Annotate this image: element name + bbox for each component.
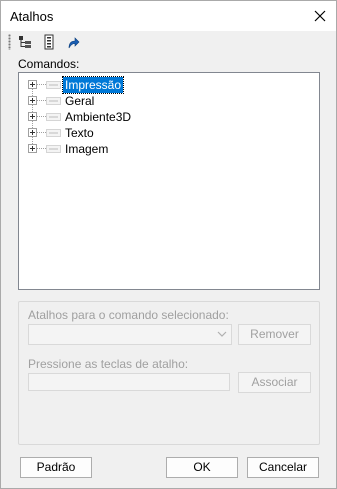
tree-view-button[interactable] — [16, 33, 34, 51]
keyboard-icon — [46, 81, 61, 89]
keyboard-icon — [46, 129, 61, 137]
toolbar — [1, 31, 336, 53]
tree-item-label[interactable]: Geral — [63, 93, 96, 109]
keyboard-icon — [46, 145, 61, 153]
tree-item-geral[interactable]: Geral — [19, 93, 319, 109]
shortcuts-dialog: Atalhos Comandos: Impressão Geral Ambien… — [0, 0, 337, 489]
tree-item-label[interactable]: Impressão — [61, 76, 125, 94]
expand-icon[interactable] — [28, 128, 37, 137]
press-keys-label: Pressione as teclas de atalho: — [28, 357, 189, 371]
expand-icon[interactable] — [28, 96, 37, 105]
close-icon — [314, 10, 326, 22]
tree-item-label[interactable]: Imagem — [63, 141, 110, 157]
shortcut-arrow-icon — [68, 37, 80, 49]
window-title: Atalhos — [10, 9, 54, 24]
commands-tree[interactable]: Impressão Geral Ambiente3D Texto Imagem — [18, 72, 320, 290]
selected-shortcuts-label: Atalhos para o comando selecionado: — [28, 308, 229, 322]
cancel-button[interactable]: Cancelar — [247, 457, 319, 478]
expand-icon[interactable] — [28, 144, 37, 153]
shortcut-button[interactable] — [64, 33, 82, 51]
tree-item-texto[interactable]: Texto — [19, 125, 319, 141]
keyboard-icon — [46, 113, 61, 121]
shortcut-combo[interactable] — [28, 324, 232, 345]
close-button[interactable] — [306, 3, 334, 29]
shortcut-keys-field[interactable] — [28, 373, 230, 391]
commands-label: Comandos: — [18, 57, 80, 71]
tree-item-ambiente3d[interactable]: Ambiente3D — [19, 109, 319, 125]
assign-button[interactable]: Associar — [238, 372, 311, 393]
keyboard-icon — [46, 97, 61, 105]
list-view-button[interactable] — [40, 33, 58, 51]
expand-icon[interactable] — [28, 112, 37, 121]
tree-item-label[interactable]: Ambiente3D — [63, 109, 133, 125]
tree-item-imagem[interactable]: Imagem — [19, 141, 319, 157]
default-button[interactable]: Padrão — [20, 457, 92, 478]
ok-button[interactable]: OK — [166, 457, 238, 478]
title-bar: Atalhos — [1, 1, 336, 31]
tree-item-impressao[interactable]: Impressão — [19, 76, 319, 94]
chevron-down-icon — [217, 331, 227, 337]
expand-icon[interactable] — [28, 80, 37, 89]
tree-view-icon — [19, 36, 31, 48]
list-view-icon — [44, 34, 54, 50]
remove-button[interactable]: Remover — [238, 324, 311, 345]
tree-item-label[interactable]: Texto — [63, 125, 96, 141]
toolbar-grip[interactable] — [8, 34, 11, 50]
